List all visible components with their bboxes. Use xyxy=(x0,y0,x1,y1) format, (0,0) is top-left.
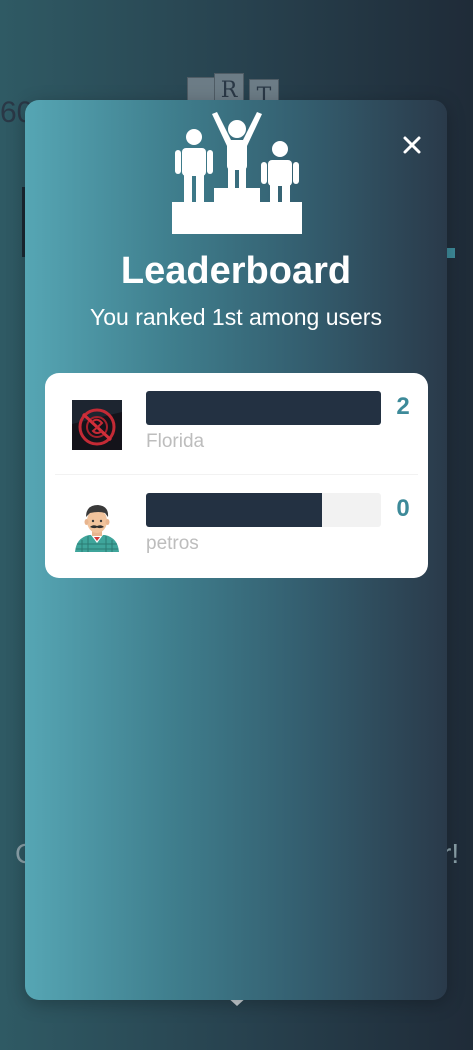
score-bar-fill xyxy=(146,493,323,527)
score-bar xyxy=(146,493,381,527)
leaderboard-row: petros 0 xyxy=(45,475,428,577)
leaderboard-list: Florida 2 petros 0 xyxy=(45,373,428,578)
user-score: 2 xyxy=(396,393,410,420)
user-name: Florida xyxy=(146,431,205,452)
score-bar xyxy=(146,391,381,425)
close-button[interactable] xyxy=(401,134,423,156)
modal-title: Leaderboard xyxy=(120,250,352,292)
mustache-man-avatar-icon xyxy=(75,505,119,552)
user-score: 0 xyxy=(396,495,410,522)
close-icon xyxy=(403,136,421,154)
leaderboard-modal: Leaderboard You ranked 1st among users F… xyxy=(25,100,447,1000)
podium-icon xyxy=(172,112,302,234)
user-name: petros xyxy=(146,533,199,554)
red-logo-avatar-icon xyxy=(72,400,122,450)
background-marker xyxy=(447,248,455,258)
score-bar-fill xyxy=(146,391,381,425)
modal-subtitle: You ranked 1st among users xyxy=(90,304,382,330)
leaderboard-row: Florida 2 xyxy=(45,373,428,475)
